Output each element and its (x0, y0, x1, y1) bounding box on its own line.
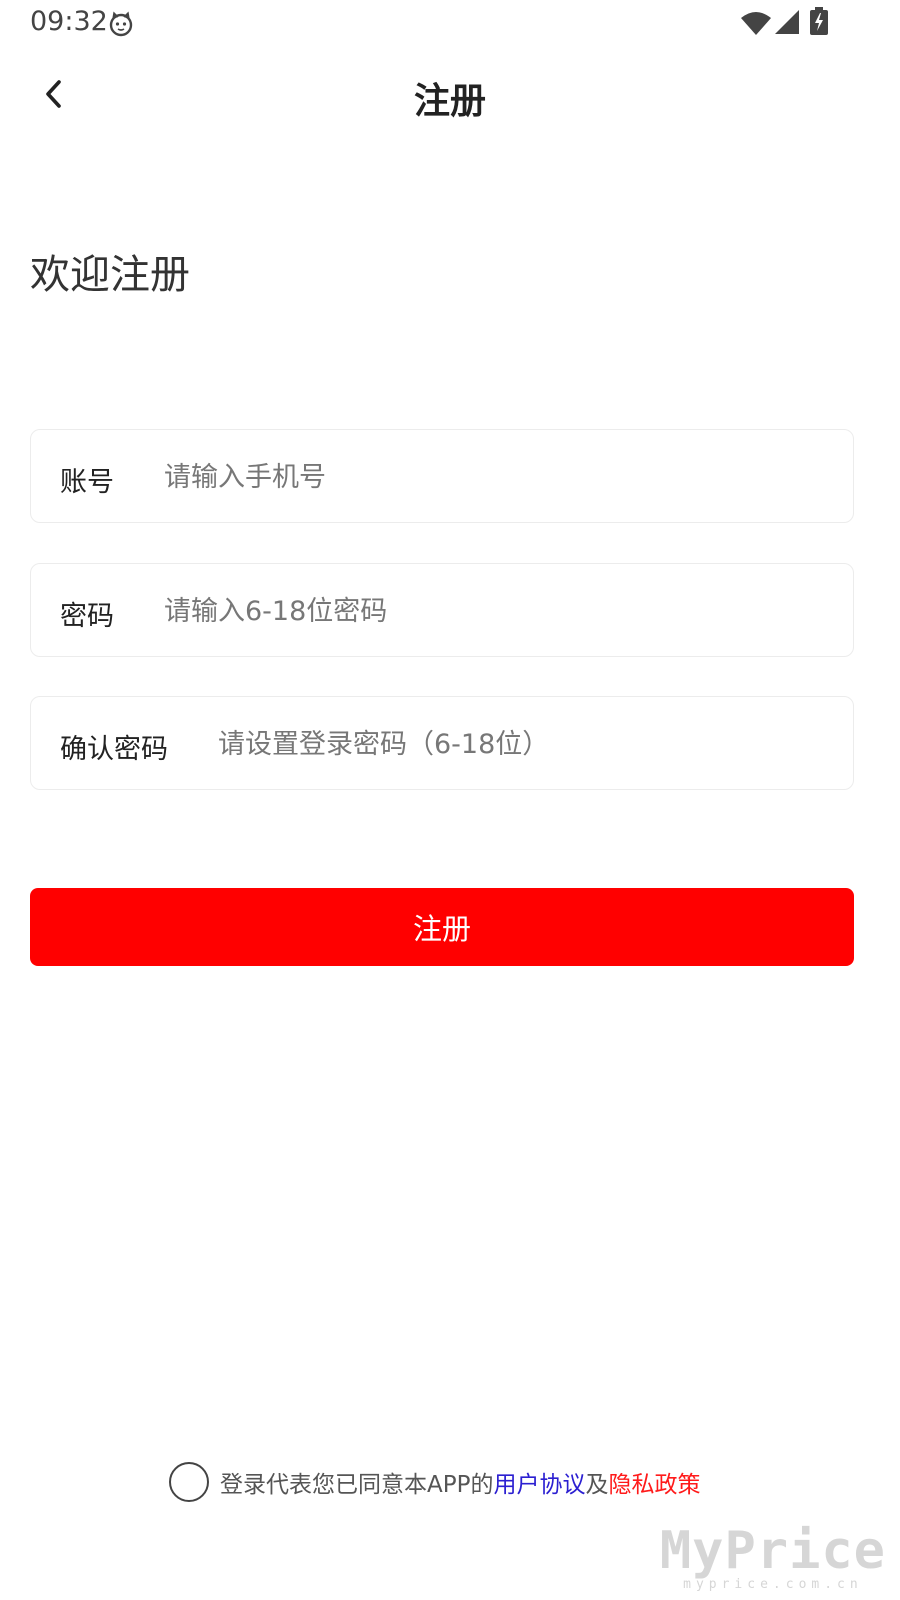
agree-checkbox[interactable] (169, 1462, 209, 1502)
password-label: 密码 (60, 601, 114, 632)
watermark-logo: MyPrice (659, 1521, 886, 1581)
account-input[interactable] (164, 450, 833, 504)
confirm-password-field: 确认密码 (30, 696, 854, 790)
cat-icon (108, 11, 134, 37)
agreement-text: 登录代表您已同意本APP的用户协议及隐私政策 (220, 1465, 700, 1499)
register-screen: 09:32 注册 欢迎注册 账号 请输入手机号 密码 确认密码 注册 登录代表您… (0, 0, 900, 1600)
agreement-prefix: 登录代表您已同意本APP的 (220, 1472, 494, 1498)
user-agreement-link[interactable]: 用户协议 (493, 1472, 585, 1498)
password-field: 密码 (30, 563, 854, 657)
status-bar: 09:32 (0, 0, 900, 46)
battery-charging-icon (810, 7, 828, 35)
agreement-row: 登录代表您已同意本APP的用户协议及隐私政策 (169, 1462, 700, 1502)
status-time: 09:32 (30, 6, 108, 37)
header: 注册 (0, 50, 900, 140)
privacy-policy-link[interactable]: 隐私政策 (608, 1472, 700, 1498)
agreement-and: 及 (585, 1472, 609, 1498)
confirm-password-label: 确认密码 (60, 734, 168, 765)
password-input[interactable] (164, 584, 833, 638)
account-field: 账号 (30, 429, 854, 523)
watermark: MyPrice myprice.com.cn (660, 1525, 886, 1592)
account-label: 账号 (60, 467, 114, 498)
watermark-url: myprice.com.cn (683, 1577, 863, 1592)
welcome-heading: 欢迎注册 (30, 252, 190, 298)
confirm-password-input[interactable] (218, 717, 833, 771)
wifi-icon (740, 10, 772, 36)
register-button[interactable]: 注册 (30, 888, 854, 966)
page-title: 注册 (413, 81, 486, 122)
signal-icon (775, 10, 799, 34)
